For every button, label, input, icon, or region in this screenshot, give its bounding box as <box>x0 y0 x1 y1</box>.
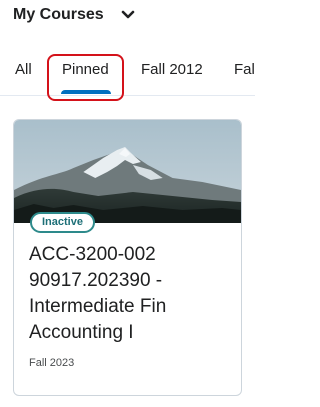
chevron-down-icon[interactable] <box>120 7 136 23</box>
status-badge: Inactive <box>30 212 95 233</box>
course-image <box>14 120 241 223</box>
page-header: My Courses <box>13 5 136 25</box>
page-title: My Courses <box>13 6 104 23</box>
course-tabs: All Pinned Fall 2012 Fal <box>0 52 255 96</box>
tab-all[interactable]: All <box>15 52 32 96</box>
selected-tab-indicator <box>61 90 111 94</box>
course-title[interactable]: ACC-3200-002 90917.202390 - Intermediate… <box>29 242 234 346</box>
course-term: Fall 2023 <box>29 357 75 369</box>
tab-fall-partial[interactable]: Fal <box>234 52 255 96</box>
tab-fall-2012[interactable]: Fall 2012 <box>141 52 203 96</box>
course-card[interactable]: Inactive ACC-3200-002 90917.202390 - Int… <box>13 119 242 396</box>
